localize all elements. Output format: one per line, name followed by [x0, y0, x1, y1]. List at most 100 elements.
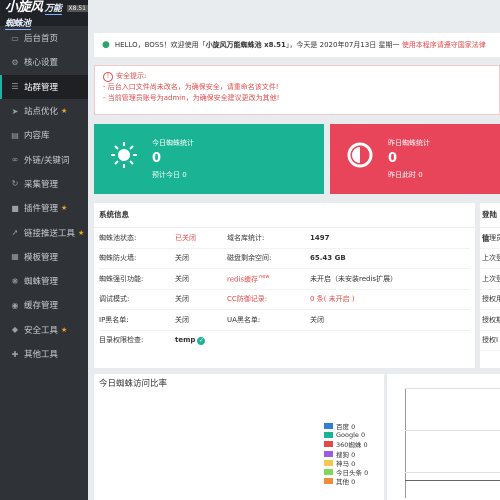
sidebar-item[interactable]: ◉ 缓存管理 — [0, 293, 88, 317]
today-card-value: 0 — [152, 151, 162, 166]
pin-icon: ★ — [61, 107, 68, 116]
sidebar-item[interactable]: ➤ 站点优化 ★ — [0, 99, 88, 123]
login-row: 上次登 — [480, 249, 500, 269]
sidebar-menu: ▭ 后台首页 ⚙ 核心设置 ☰ 站群管理 ➤ 站点优化 ★ ▤ 内容库 ∞ 外链/关键词 ↻ 采集管理 ■ 插件… — [0, 26, 88, 366]
login-row: 上次登 — [480, 269, 500, 290]
login-row: 授权期 — [480, 310, 500, 331]
info-label: IP黑名单: — [99, 315, 129, 324]
legend-swatch — [324, 450, 333, 457]
rocket-icon: ➤ — [11, 106, 19, 116]
legend-label: Google 0 — [336, 430, 366, 439]
info-value: 65.43 GB — [310, 254, 346, 263]
legend-item[interactable]: 百度 0 — [324, 421, 368, 431]
info-label: CC防御记录: — [227, 295, 268, 304]
info-value: 0 条( 未开启 ) — [310, 295, 355, 304]
sidebar-item[interactable]: ▦ 模板管理 — [0, 245, 88, 269]
legend-swatch — [324, 478, 333, 485]
sidebar-item[interactable]: ▭ 后台首页 — [0, 26, 88, 50]
info-value: 关闭 — [175, 274, 189, 283]
legend-item[interactable]: 搜狗 0 — [324, 449, 368, 459]
grid-line — [405, 472, 500, 473]
app-logo[interactable]: 小旋风 万能蜘蛛池 X8.51 — [0, 0, 88, 30]
book-icon: ▤ — [11, 130, 19, 140]
push-icon: ➚ — [11, 228, 19, 238]
panel-title: 系统信息 — [94, 203, 475, 228]
info-label: 调试模式: — [99, 295, 130, 304]
table-row: IP黑名单: 关闭 UA黑名单: 关闭 — [99, 310, 470, 331]
info-label: 蜘蛛防火墙: — [99, 254, 137, 263]
sidebar-item-label: 链接推送工具 — [24, 228, 76, 239]
pin-icon: ★ — [61, 204, 68, 213]
legend-swatch — [324, 469, 333, 476]
today-spider-card: 今日蜘蛛统计 0 预计今日 0 — [94, 124, 324, 194]
alert-line: - 后台入口文件尚未改名，为确保安全，请重命名该文件! — [103, 83, 279, 91]
legend-label: 其他 0 — [336, 478, 356, 487]
sidebar-item-label: 插件管理 — [24, 204, 59, 215]
legend-item[interactable]: 360蜘蛛 0 — [324, 440, 368, 449]
sidebar-item-label: 模板管理 — [24, 252, 59, 263]
sidebar-item[interactable]: ☰ 站群管理 — [0, 74, 88, 100]
legend-swatch — [324, 441, 333, 448]
sidebar-item-label: 安全工具 — [24, 325, 59, 336]
welcome-notice: ● HELLO，BOSS！欢迎使用「 小旋风万能蜘蛛池 x8.51 」，今天是 20… — [94, 33, 500, 57]
sun-icon — [111, 142, 137, 168]
sidebar-item-label: 站群管理 — [24, 82, 59, 93]
sidebar-item[interactable]: ❋ 蜘蛛管理 — [0, 269, 88, 293]
sidebar-item-label: 采集管理 — [24, 179, 59, 190]
sidebar-item[interactable]: ↻ 采集管理 — [0, 172, 88, 196]
legend-item[interactable]: 今日头条 0 — [324, 467, 368, 477]
sidebar: 小旋风 万能蜘蛛池 X8.51 ▭ 后台首页 ⚙ 核心设置 ☰ 站群管理 ➤ 站点优化 ★ ▤ 内容库… — [0, 0, 88, 500]
info-value: 关闭 — [175, 315, 189, 324]
info-value: 关闭 — [175, 254, 189, 263]
login-row: 授权I — [480, 331, 500, 351]
legend-item[interactable]: 其他 0 — [324, 477, 368, 486]
template-icon: ▦ — [11, 252, 19, 262]
spider-ratio-chart: 今日蜘蛛访问比率 百度 0 Google 0 360蜘蛛 0 搜狗 0 神马 0 今日头条… — [94, 374, 384, 500]
y-axis — [405, 388, 406, 498]
moon-icon — [347, 142, 373, 168]
sidebar-item-label: 内容库 — [24, 131, 50, 142]
system-info-panel: 系统信息 蜘蛛池状态: 已关闭 域名库统计: 1497 蜘蛛防火墙: 关闭 磁盘… — [94, 203, 475, 368]
check-icon: ✓ — [197, 336, 206, 345]
sidebar-item[interactable]: ➚ 链接推送工具 ★ — [0, 220, 88, 244]
legend-item[interactable]: Google 0 — [324, 430, 368, 439]
greeting-text: HELLO，BOSS！欢迎使用「 — [114, 41, 206, 49]
alert-title: 安全提示: — [116, 72, 147, 80]
sidebar-item[interactable]: ▤ 内容库 — [0, 123, 88, 147]
version-badge: X8.51 — [66, 5, 88, 12]
sidebar-item[interactable]: ✚ 其他工具 — [0, 342, 88, 366]
sidebar-item-label: 后台首页 — [24, 34, 59, 45]
today-card-sub: 预计今日 0 — [152, 171, 187, 179]
product-name: 小旋风万能蜘蛛池 x8.51 — [205, 41, 286, 49]
sidebar-item[interactable]: ∞ 外链/关键词 — [0, 147, 88, 171]
legal-warning: 使用本程序请遵守国家法律 — [401, 41, 486, 49]
legend-label: 百度 0 — [336, 422, 356, 431]
panel-title: 登陆信 — [480, 203, 500, 243]
pin-icon: ★ — [61, 325, 68, 334]
chart-title: 今日蜘蛛访问比率 — [99, 379, 168, 389]
table-row: 调试模式: 关闭 CC防御记录: 0 条( 未开启 ) — [99, 290, 470, 310]
cross-icon: ✚ — [11, 349, 19, 359]
today-card-title: 今日蜘蛛统计 — [152, 139, 194, 147]
info-value: 未开启（未安装redis扩展） — [310, 274, 398, 283]
table-row: 目录权限检查: temp ✓ — [99, 331, 470, 351]
info-label: 域名库统计: — [227, 233, 265, 242]
bars-icon: ☰ — [11, 82, 19, 92]
sidebar-item[interactable]: ◆ 安全工具 ★ — [0, 318, 88, 342]
security-alert: ! 安全提示: - 后台入口文件尚未改名，为确保安全，请重命名该文件! - 当前管… — [94, 65, 500, 115]
grid-line — [405, 430, 500, 431]
legend-item[interactable]: 神马 0 — [324, 458, 368, 468]
sidebar-item[interactable]: ⚙ 核心设置 — [0, 50, 88, 74]
info-value: temp ✓ — [175, 335, 206, 345]
yesterday-card-value: 0 — [388, 151, 398, 166]
table-row: 蜘蛛防火墙: 关闭 磁盘剩余空间: 65.43 GB — [99, 249, 470, 269]
sidebar-item[interactable]: ■ 插件管理 ★ — [0, 196, 88, 220]
info-label: 磁盘剩余空间: — [227, 254, 272, 263]
legend-swatch — [324, 459, 333, 466]
info-value: 关闭 — [310, 315, 324, 324]
link-icon: ∞ — [11, 155, 19, 165]
info-value: 1497 — [310, 233, 330, 242]
x-axis — [405, 480, 500, 481]
new-tag: new — [259, 273, 270, 280]
info-label: UA黑名单: — [227, 315, 261, 324]
